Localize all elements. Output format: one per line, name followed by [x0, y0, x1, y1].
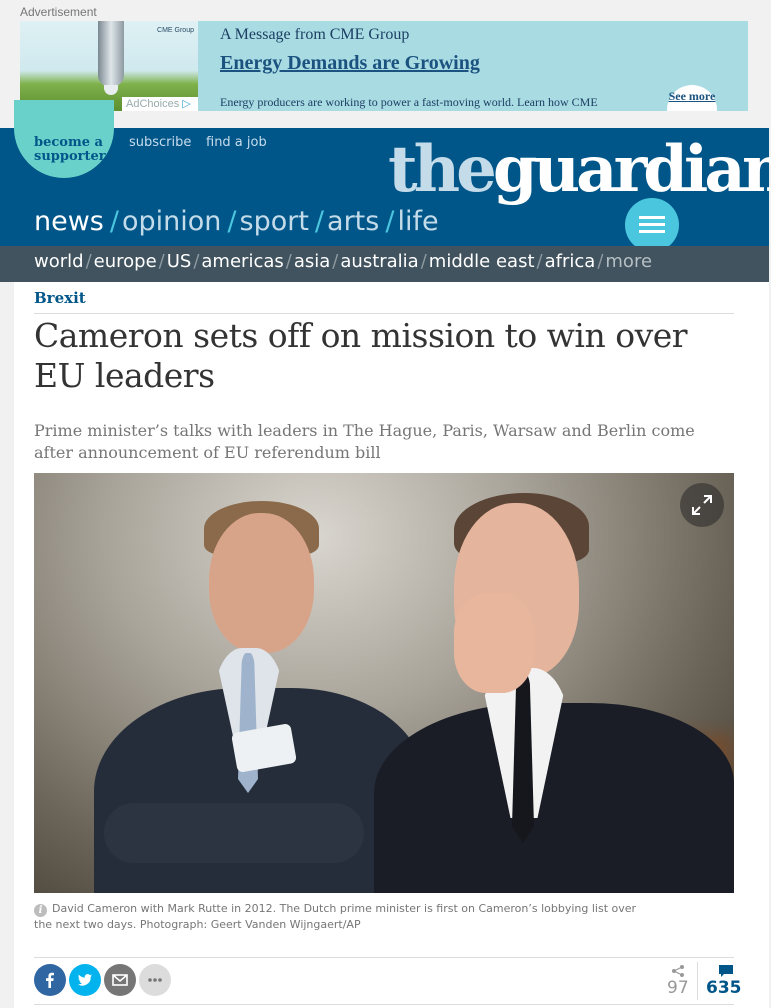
article-photo[interactable]	[34, 473, 734, 893]
subnav-us[interactable]: US	[167, 251, 192, 272]
subnav-separator: /	[420, 251, 427, 272]
pillar-arts[interactable]: arts	[327, 206, 379, 237]
adchoices-label: AdChoices	[126, 98, 180, 110]
comment-icon	[719, 965, 733, 977]
subnav-separator: /	[332, 251, 339, 272]
pillar-separator: /	[227, 206, 237, 237]
find-a-job-link[interactable]: find a job	[206, 135, 267, 150]
tower-image	[98, 21, 124, 95]
section-subnav: world / europe / US / americas / asia / australia /…	[0, 246, 769, 282]
ad-cta-button[interactable]: See more	[667, 85, 717, 111]
subnav-europe[interactable]: europe	[94, 251, 157, 272]
email-icon	[112, 974, 128, 986]
email-share-button[interactable]	[104, 964, 136, 996]
ad-body: Energy producers are working to power a …	[220, 95, 598, 109]
logo-guardian: guardian	[492, 132, 771, 207]
kicker-divider	[34, 313, 734, 314]
expand-icon	[692, 495, 712, 515]
ad-label: Advertisement	[20, 5, 97, 19]
ad-banner[interactable]: CME Group AdChoices ▷ A Message from CME…	[20, 21, 748, 111]
subnav-africa[interactable]: africa	[545, 251, 596, 272]
subnav-separator: /	[85, 251, 92, 272]
ad-brand: CME Group	[157, 27, 194, 34]
menu-button[interactable]	[625, 198, 679, 252]
pillar-news[interactable]: news	[34, 206, 104, 237]
twitter-share-button[interactable]	[69, 964, 101, 996]
caption-text: David Cameron with Mark Rutte in 2012. T…	[34, 902, 637, 931]
adchoices-icon: ▷	[182, 98, 191, 110]
pillar-sport[interactable]: sport	[240, 206, 309, 237]
share-count-icon	[672, 965, 684, 977]
photo-figure	[454, 593, 534, 693]
more-icon	[148, 978, 162, 982]
subnav-asia[interactable]: asia	[294, 251, 330, 272]
ad-image[interactable]: CME Group AdChoices ▷	[20, 21, 198, 111]
supporter-label: become a supporter	[34, 135, 106, 164]
ad-subtitle: A Message from CME Group	[220, 26, 410, 43]
article-headline: Cameron sets off on mission to win over …	[34, 316, 688, 395]
photo-caption: i David Cameron with Mark Rutte in 2012. …	[34, 901, 654, 933]
share-divider-top	[34, 957, 734, 958]
pillar-life[interactable]: life	[397, 206, 438, 237]
pillar-nav: news / opinion / sport / arts / life	[34, 206, 439, 237]
subnav-middle-east[interactable]: middle east	[429, 251, 535, 272]
subnav-separator: /	[193, 251, 200, 272]
subnav-world[interactable]: world	[34, 251, 84, 272]
subnav-separator: /	[536, 251, 543, 272]
subnav-australia[interactable]: australia	[340, 251, 418, 272]
facebook-share-button[interactable]	[34, 964, 66, 996]
info-icon: i	[34, 904, 47, 917]
facebook-icon	[46, 972, 54, 988]
pillar-separator: /	[385, 206, 395, 237]
pillar-separator: /	[314, 206, 325, 237]
article-kicker[interactable]: Brexit	[34, 289, 86, 307]
hamburger-icon	[639, 223, 665, 226]
comment-count[interactable]: 635	[706, 978, 742, 998]
ad-headline[interactable]: Energy Demands are Growing	[220, 52, 480, 75]
adchoices-link[interactable]: AdChoices ▷	[122, 97, 198, 111]
count-divider	[697, 962, 698, 1000]
subnav-separator: /	[285, 251, 292, 272]
photo-figure	[209, 513, 314, 653]
subscribe-link[interactable]: subscribe	[129, 135, 191, 150]
subnav-separator: /	[158, 251, 165, 272]
share-divider-bottom	[34, 1004, 734, 1005]
guardian-logo[interactable]: theguardian	[388, 132, 771, 207]
subnav-more[interactable]: more	[605, 251, 652, 272]
pillar-opinion[interactable]: opinion	[122, 206, 221, 237]
twitter-icon	[78, 974, 92, 986]
more-share-button[interactable]	[139, 964, 171, 996]
article-standfirst: Prime minister’s talks with leaders in T…	[34, 421, 695, 462]
photo-figure	[104, 803, 364, 863]
hamburger-icon	[639, 216, 665, 219]
subnav-americas[interactable]: americas	[201, 251, 283, 272]
hamburger-icon	[639, 230, 665, 233]
logo-the: the	[388, 132, 497, 207]
pillar-separator: /	[109, 206, 119, 237]
expand-image-button[interactable]	[680, 483, 724, 527]
subnav-separator: /	[597, 251, 604, 272]
share-count: 97	[667, 978, 689, 998]
